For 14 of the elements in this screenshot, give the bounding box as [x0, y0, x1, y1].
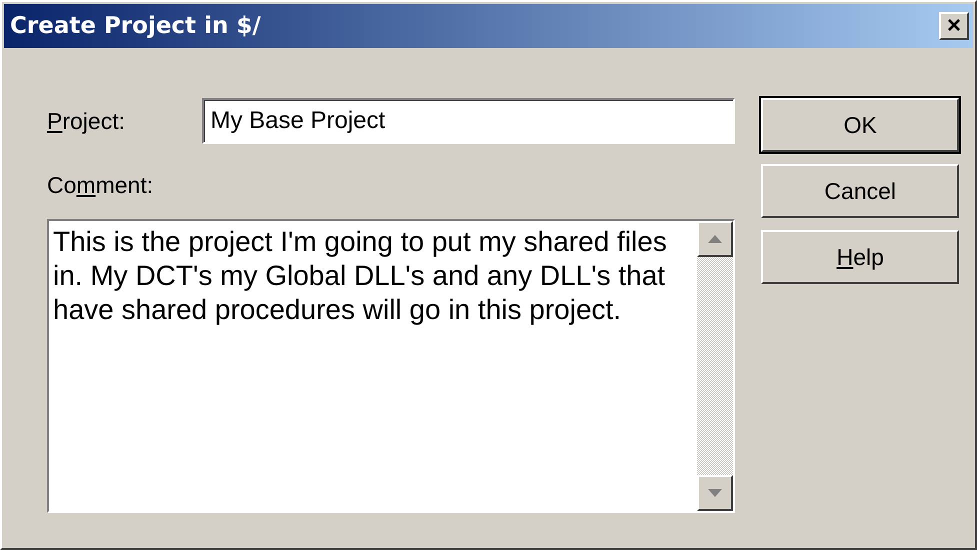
dialog-button[interactable]: OK	[761, 98, 959, 152]
close-button[interactable]: ×	[939, 12, 969, 40]
comment-label: Comment:	[47, 172, 154, 199]
dialog-button[interactable]: Cancel	[761, 164, 959, 218]
scrollbar[interactable]	[697, 221, 734, 511]
window-title: Create Project in $/	[10, 13, 261, 39]
project-field[interactable]: My Base Project	[202, 98, 736, 144]
dialog-button[interactable]: Help	[761, 230, 959, 284]
scroll-down-button[interactable]	[697, 475, 734, 511]
up-arrow-icon	[708, 235, 722, 243]
scroll-up-button[interactable]	[697, 221, 734, 257]
down-arrow-icon	[708, 489, 722, 497]
comment-field[interactable]: This is the project I'm going to put my shared files in. My DCT's my Global DLL's and any DLL's that have shared procedures will go in this project.	[47, 219, 736, 513]
project-label: Project:	[47, 108, 125, 134]
